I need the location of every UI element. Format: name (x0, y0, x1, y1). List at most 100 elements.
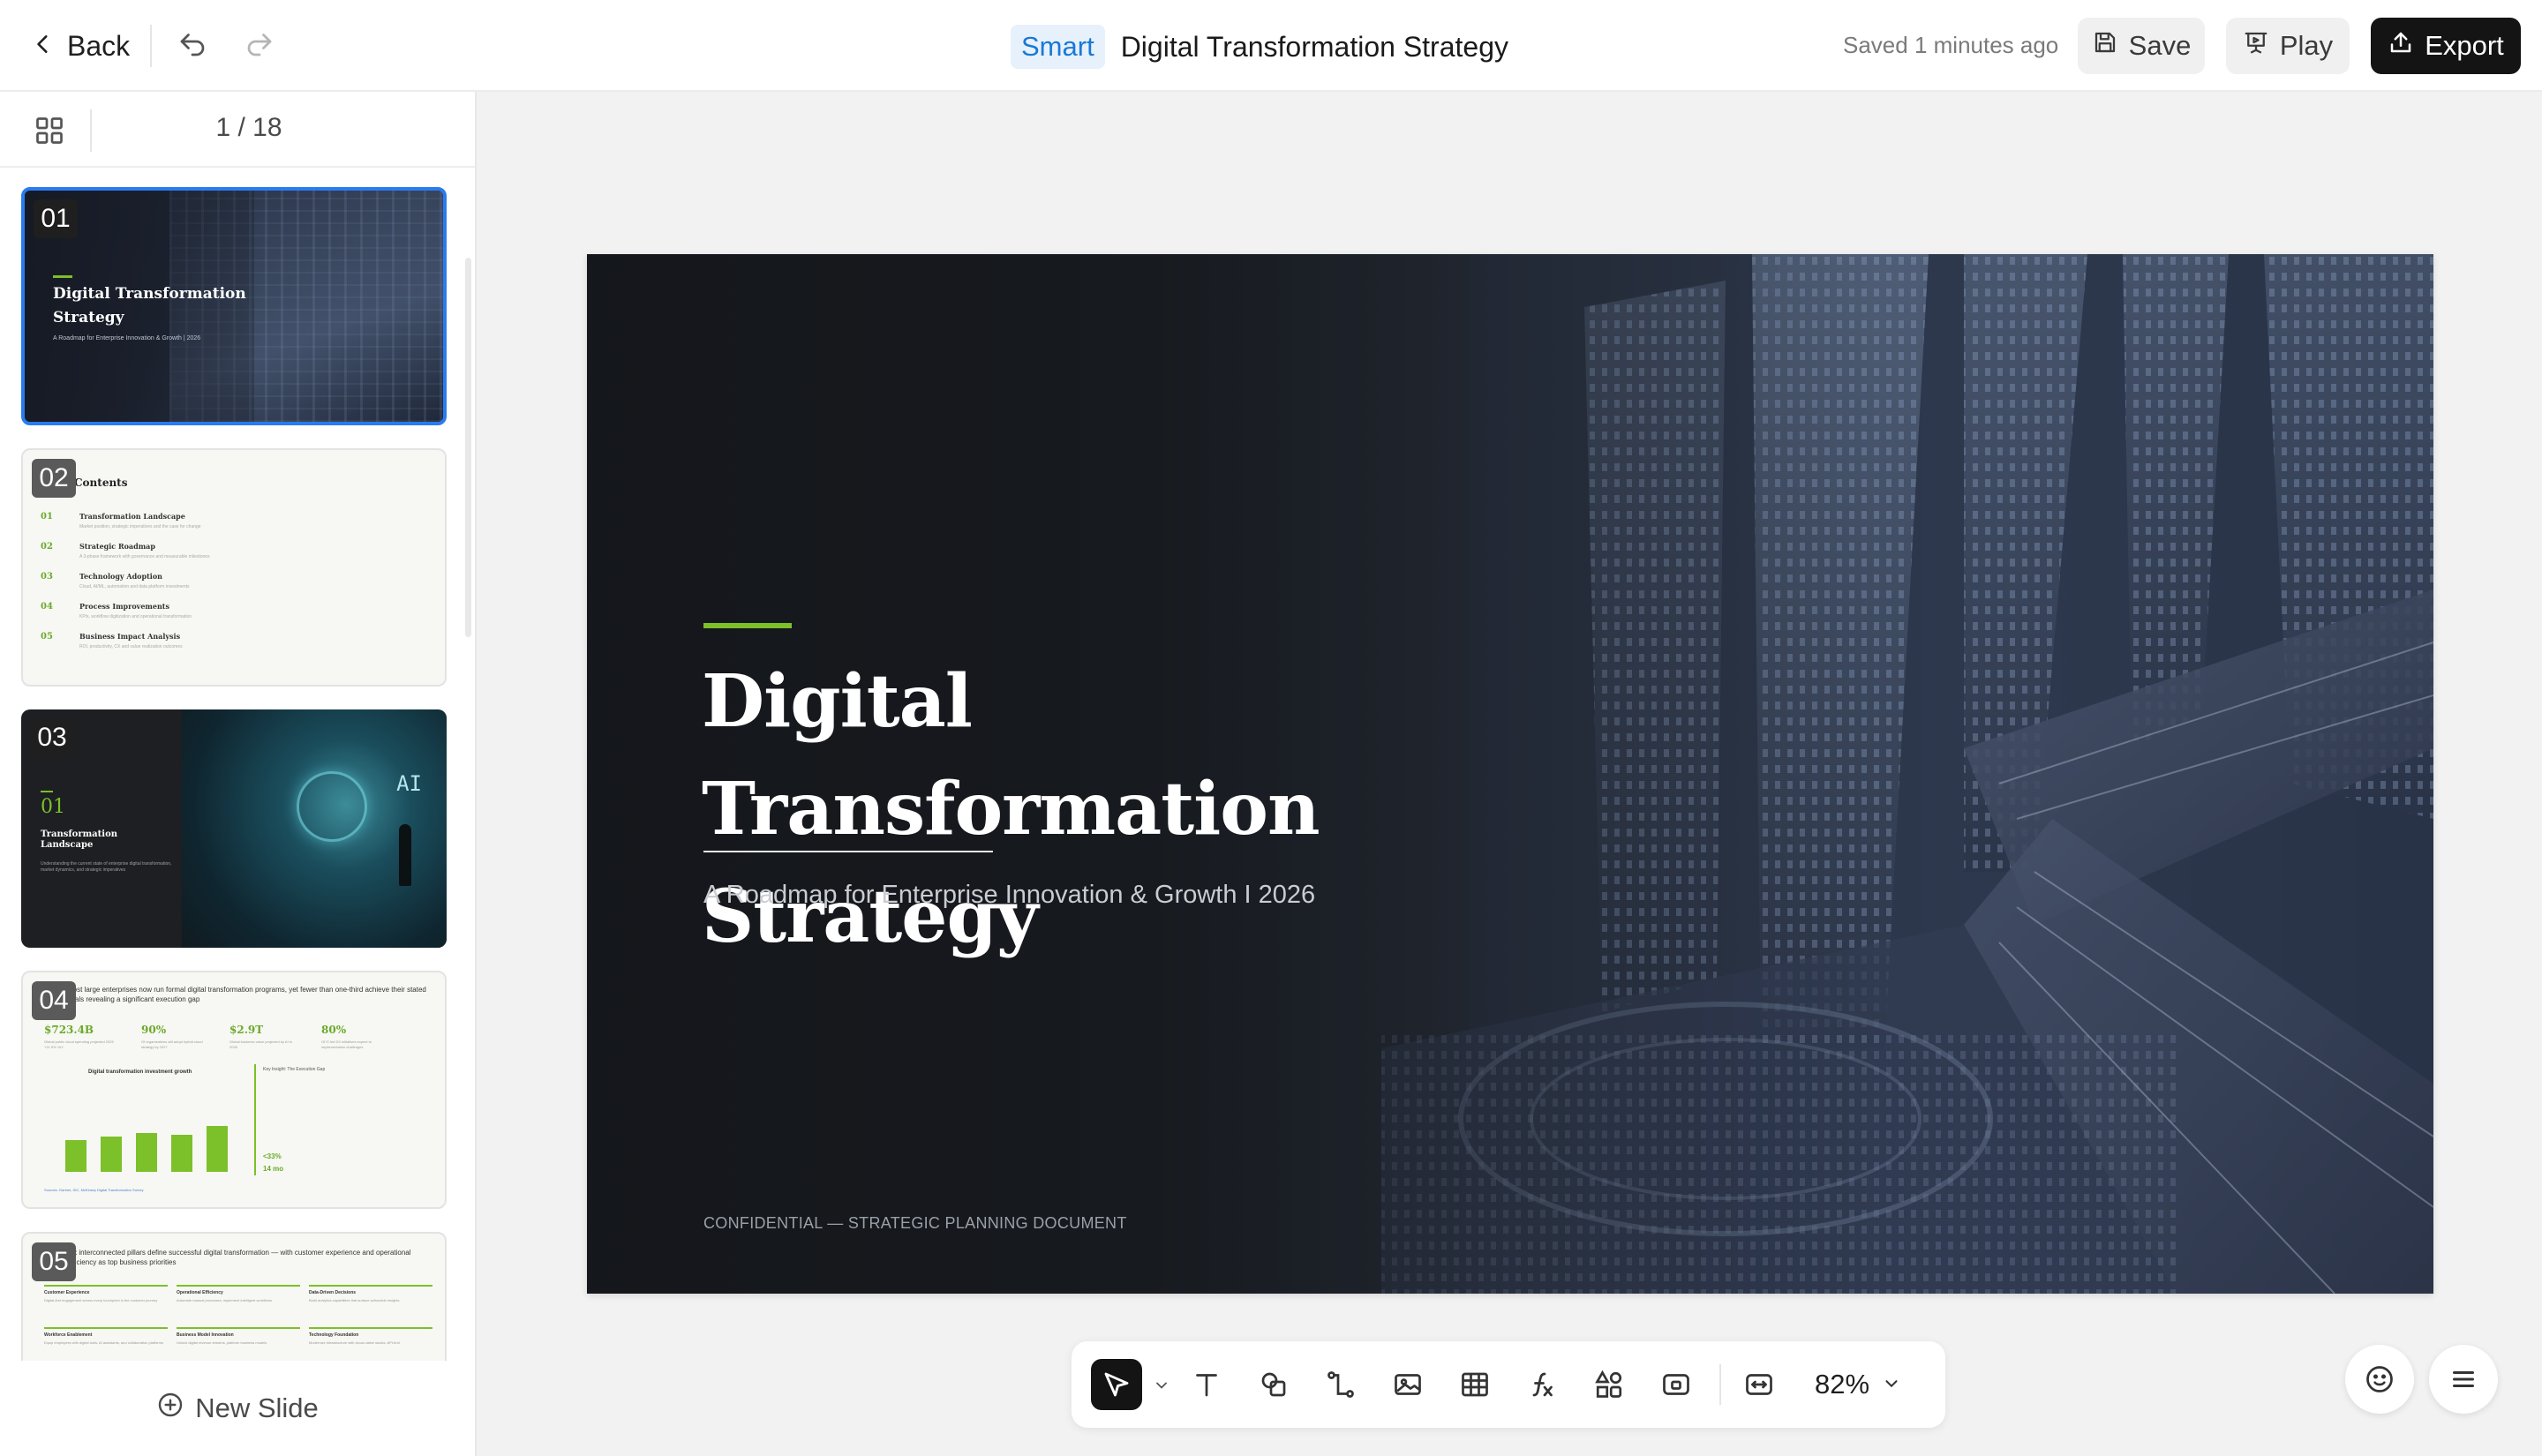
plus-circle-icon (156, 1391, 184, 1426)
play-label: Play (2279, 30, 2334, 61)
pillar-desc: Unlock digital revenue streams, platform… (177, 1340, 267, 1345)
media-tool[interactable] (1651, 1359, 1702, 1410)
redo-button[interactable] (238, 25, 281, 67)
slide-thumbnail-list[interactable]: 01 Digital Transformation Strategy A Roa… (0, 169, 473, 1361)
image-tool[interactable] (1382, 1359, 1433, 1410)
insight-stat: <33% (263, 1152, 282, 1160)
toc-label: Technology Adoption (79, 572, 162, 581)
text-tool[interactable] (1181, 1359, 1232, 1410)
toc-label: Transformation Landscape (79, 512, 185, 521)
thumbnail-desc: Understanding the current state of enter… (41, 861, 172, 873)
widgets-tool[interactable] (1583, 1359, 1635, 1410)
fit-to-screen-tool[interactable] (1734, 1359, 1785, 1410)
text-icon (1196, 1374, 1217, 1397)
pillar-desc: Equip employees with digital tools, AI a… (44, 1340, 163, 1345)
upload-icon (2388, 29, 2414, 63)
stat-value: $2.9T (229, 1024, 264, 1036)
formula-tool[interactable] (1516, 1359, 1568, 1410)
slide-thumbnail-01[interactable]: 01 Digital Transformation Strategy A Roa… (21, 187, 447, 425)
slide-footer[interactable]: CONFIDENTIAL — STRATEGIC PLANNING DOCUME… (703, 1214, 1127, 1233)
smiley-icon (2366, 1366, 2393, 1392)
slide-subtitle[interactable]: A Roadmap for Enterprise Innovation & Gr… (703, 881, 1315, 910)
media-icon (1663, 1374, 1689, 1395)
connector-tool[interactable] (1315, 1359, 1366, 1410)
smart-badge: Smart (1011, 25, 1105, 69)
table-tool[interactable] (1449, 1359, 1500, 1410)
stat-value: 80% (321, 1024, 347, 1036)
chevron-down-icon[interactable] (1153, 1377, 1170, 1394)
widgets-icon (1595, 1370, 1622, 1398)
person-silhouette (399, 824, 411, 886)
toc-desc: ROI, productivity, CX and value realizat… (79, 644, 183, 649)
slide-thumbnail-05[interactable]: 05 Six interconnected pillars define suc… (21, 1232, 447, 1361)
chart-bar (207, 1126, 228, 1172)
chevron-left-icon (32, 30, 55, 63)
presentation-icon (2243, 29, 2269, 63)
chart-bar (65, 1140, 86, 1172)
pillar-desc: Digital-first engagement across every to… (44, 1298, 158, 1302)
grid-view-button[interactable] (34, 115, 65, 146)
insight-title: Key Insight: The Execution Gap (263, 1067, 326, 1072)
zoom-level: 82% (1815, 1369, 1870, 1400)
slide-number: 03 (30, 718, 74, 757)
toc-number: 04 (41, 601, 53, 612)
hologram-ring (297, 771, 367, 842)
slide-panel: 1 / 18 01 Digital Transformation Strateg… (0, 92, 477, 1456)
save-button[interactable]: Save (2078, 18, 2205, 74)
zoom-dropdown[interactable]: 82% (1815, 1364, 1901, 1405)
undo-button[interactable] (171, 25, 214, 67)
save-status: Saved 1 minutes ago (1843, 32, 2059, 58)
document-title-area: Smart Digital Transformation Strategy (1011, 25, 1508, 69)
pillar-rule (309, 1285, 432, 1287)
thumbnail-headline: Six interconnected pillars define succes… (67, 1249, 411, 1266)
new-slide-button[interactable]: New Slide (0, 1361, 475, 1456)
back-button[interactable]: Back (32, 23, 130, 69)
accent-bar (53, 275, 72, 278)
redo-icon (244, 28, 275, 64)
play-button[interactable]: Play (2226, 18, 2350, 74)
stat-value: 90% (141, 1024, 167, 1036)
slide-number: 02 (32, 459, 76, 498)
image-icon (1395, 1374, 1421, 1395)
pillar-rule (177, 1327, 300, 1329)
feedback-button[interactable] (2345, 1345, 2414, 1414)
export-button[interactable]: Export (2371, 18, 2521, 74)
hamburger-menu-icon (2453, 1371, 2474, 1387)
scrollbar[interactable] (465, 258, 471, 637)
chevron-down-icon (1882, 1369, 1901, 1400)
stat-desc: Global business value projected by AI in… (229, 1039, 292, 1049)
fit-icon (1746, 1374, 1772, 1395)
stat-block: 90% Of organizations will adopt hybrid cl… (141, 1024, 212, 1050)
toc-label: Process Improvements (79, 602, 169, 611)
slide-thumbnail-04[interactable]: 04 Most large enterprises now run formal… (21, 971, 447, 1209)
pillar-desc: Automate manual processes, implement int… (177, 1298, 273, 1302)
new-slide-label: New Slide (195, 1392, 319, 1423)
toc-number: 03 (41, 571, 53, 582)
toc-desc: KPIs, workflow digitization and operatio… (79, 614, 192, 619)
table-icon (1462, 1372, 1488, 1397)
divider (1719, 1364, 1721, 1405)
select-tool[interactable] (1091, 1359, 1142, 1410)
chart-bar (171, 1135, 192, 1172)
slide-canvas[interactable]: Digital Transformation Strategy A Roadma… (587, 254, 2433, 1294)
grid-icon (36, 117, 63, 144)
editing-toolbar: 82% (1072, 1341, 1945, 1428)
document-title[interactable]: Digital Transformation Strategy (1121, 31, 1508, 64)
connector-icon (1327, 1371, 1354, 1398)
thumbnail-subtitle: A Roadmap for Enterprise Innovation & Gr… (53, 335, 201, 341)
slide-title-line-2: Strategy (702, 874, 1038, 959)
slide-panel-header: 1 / 18 (0, 92, 475, 168)
pillar: Customer Experience Digital-first engagem… (44, 1285, 168, 1303)
top-bar: Back Smart Digital Transformation Strate… (0, 0, 2542, 92)
toc-label: Business Impact Analysis (79, 632, 181, 641)
toc-desc: A 3-phase framework with governance and … (79, 554, 210, 559)
pillar-desc: Modernize infrastructure with cloud-nati… (309, 1340, 400, 1345)
thumbnail-title: Digital Transformation Strategy (53, 285, 246, 326)
undo-icon (177, 28, 208, 64)
shape-tool[interactable] (1248, 1359, 1299, 1410)
stat-value: $723.4B (44, 1024, 94, 1036)
slide-thumbnail-02[interactable]: 02 Contents 01 Transformation Landscape M… (21, 448, 447, 687)
slide-thumbnail-03[interactable]: AI 03 01 Transformation Landscape Unders… (21, 709, 447, 948)
menu-button[interactable] (2429, 1345, 2498, 1414)
slide-title[interactable]: Digital Transformation Strategy (702, 648, 1496, 971)
